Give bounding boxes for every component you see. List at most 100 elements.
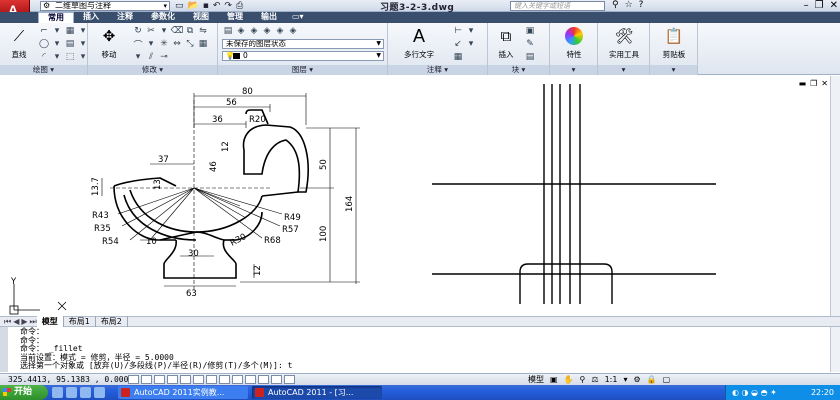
tab-output[interactable]: 输出 — [252, 12, 286, 23]
panel-modify-footer[interactable]: 修改 ▾ — [88, 65, 217, 75]
command-window[interactable]: 命令： 命令： 命令： _fillet 当前设置：模式 = 修剪，半径 = 5.… — [0, 327, 830, 372]
dropdown-icon[interactable]: ▾ — [51, 25, 63, 37]
layout-icon[interactable]: ▣ — [550, 375, 558, 384]
vertical-scrollbar[interactable] — [830, 76, 840, 316]
tab-home[interactable]: 常用 — [38, 12, 74, 23]
properties-button[interactable]: 特性 — [554, 25, 594, 60]
binoculars-icon[interactable]: ⚲ — [612, 0, 619, 10]
start-button[interactable]: 开始 — [0, 385, 48, 400]
erase-icon[interactable]: ⌫ — [171, 25, 184, 37]
layer-icon[interactable]: ◈ — [274, 25, 286, 37]
linear-dimension-icon[interactable]: ⊢ — [452, 25, 464, 37]
dropdown-icon[interactable]: ▾ — [465, 38, 477, 50]
media-icon[interactable] — [80, 387, 91, 398]
star-icon[interactable]: ☆ — [625, 0, 633, 10]
search-input[interactable]: 键入关键字或短语 — [510, 1, 605, 11]
command-scrollbar[interactable] — [830, 327, 840, 372]
layer-icon[interactable]: ◈ — [287, 25, 299, 37]
attribute-icon[interactable]: ▤ — [524, 51, 536, 63]
restore-icon[interactable]: ❐ — [810, 79, 817, 88]
undo-icon[interactable]: ↶ — [213, 1, 221, 11]
hatch-icon[interactable]: ▦ — [64, 25, 76, 37]
prev-icon[interactable]: ◀ — [13, 317, 19, 327]
redo-icon[interactable]: ↷ — [224, 1, 232, 11]
qp-icon[interactable] — [271, 375, 282, 384]
grid-icon[interactable] — [141, 375, 152, 384]
task-pdf[interactable]: AutoCAD 2011实例教... — [118, 386, 248, 399]
panel-draw-footer[interactable]: 绘图 ▾ — [0, 65, 87, 75]
clipboard-button[interactable]: 📋 剪贴板 — [654, 25, 694, 60]
dropdown-icon[interactable]: ▾ — [145, 38, 157, 50]
drawing-canvas[interactable]: 80 56 36 R20 12 37 13.7 13 46 50 164 R43… — [0, 76, 830, 316]
tab-insert[interactable]: 插入 — [74, 12, 108, 23]
arc-icon[interactable]: ◜ — [38, 51, 50, 63]
snap-icon[interactable] — [128, 375, 139, 384]
stretch-icon[interactable]: ⇔ — [171, 38, 183, 50]
workspace-select[interactable]: ⚙ 二维草图与注释 ▾ — [40, 1, 170, 11]
tab-annotate[interactable]: 注释 — [108, 12, 142, 23]
dropdown-icon[interactable]: ▾ — [51, 51, 63, 63]
utilities-button[interactable]: 🛠 实用工具 — [602, 25, 646, 60]
dropdown-icon[interactable]: ▾ — [465, 25, 477, 37]
help-icon[interactable]: ? — [639, 0, 644, 10]
dropdown-icon[interactable]: ▾ — [158, 25, 170, 37]
plot-icon[interactable]: ⎙ — [236, 1, 243, 11]
lock-icon[interactable]: 🔒 — [647, 375, 657, 384]
line-button[interactable]: ⟋ 直线 — [4, 25, 34, 60]
layer-select[interactable]: 💡 0 ▼ — [222, 51, 384, 61]
pan-icon[interactable]: ✋ — [564, 375, 574, 384]
panel-utilities-footer[interactable]: ▾ — [598, 65, 649, 75]
dropdown-icon[interactable]: ▾ — [132, 51, 144, 63]
tabs-dropdown-icon[interactable]: ▭▾ — [286, 12, 310, 23]
tab-layout2[interactable]: 布局2 — [96, 316, 128, 327]
array-icon[interactable]: ▦ — [197, 38, 209, 50]
fillet-icon[interactable]: ⌒ — [132, 38, 144, 51]
next-icon[interactable]: ▶ — [21, 317, 27, 327]
desktop-icon[interactable] — [66, 387, 77, 398]
rotate-icon[interactable]: ↻ — [132, 25, 144, 37]
scale-icon[interactable]: ⤡ — [184, 38, 196, 50]
ducs-icon[interactable] — [219, 375, 230, 384]
tab-model[interactable]: 模型 — [36, 316, 64, 327]
polyline-icon[interactable]: ⌐ — [38, 25, 50, 37]
offset-icon[interactable]: ⫽ — [145, 51, 157, 63]
osnap-icon[interactable] — [180, 375, 191, 384]
tab-parametric[interactable]: 参数化 — [142, 12, 184, 23]
fullscreen-icon[interactable]: ▢ — [663, 375, 671, 384]
edit-block-icon[interactable]: ✎ — [524, 38, 536, 50]
sc-icon[interactable] — [284, 375, 295, 384]
panel-layers-footer[interactable]: 图层 ▾ — [218, 65, 387, 75]
insert-button[interactable]: ⧉ 插入 — [492, 25, 520, 60]
explode-icon[interactable]: ✳ — [158, 38, 170, 50]
close-icon[interactable]: ✕ — [821, 79, 828, 88]
create-block-icon[interactable]: ▣ — [524, 25, 536, 37]
gradient-icon[interactable]: ▤ — [64, 38, 76, 50]
trim-icon[interactable]: ✂ — [145, 25, 157, 37]
close-icon[interactable]: ✕ — [830, 0, 838, 11]
tab-manage[interactable]: 管理 — [218, 12, 252, 23]
leader-icon[interactable]: ↙ — [452, 38, 464, 50]
panel-clipboard-footer[interactable]: ▾ — [650, 65, 697, 75]
minimize-icon[interactable]: – — [804, 0, 809, 11]
table-icon[interactable]: ▦ — [452, 51, 464, 63]
layer-icon[interactable]: ◈ — [248, 25, 260, 37]
zoom-icon[interactable]: ⚲ — [580, 375, 586, 384]
save-icon[interactable]: ▪ — [203, 1, 209, 11]
panel-properties-footer[interactable]: ▾ — [550, 65, 597, 75]
chevron-down-icon[interactable]: ▾ — [623, 375, 627, 384]
layer-icon[interactable]: ◈ — [235, 25, 247, 37]
otrack-icon[interactable] — [206, 375, 217, 384]
polar-icon[interactable] — [167, 375, 178, 384]
minimize-icon[interactable]: ▬ — [799, 79, 807, 88]
3dosnap-icon[interactable] — [193, 375, 204, 384]
task-autocad[interactable]: AutoCAD 2011 - [习... — [252, 386, 382, 399]
move-button[interactable]: ✥ 移动 — [92, 25, 126, 60]
open-icon[interactable]: 📂 — [188, 1, 199, 11]
layer-state-select[interactable]: 未保存的图层状态 ▼ — [222, 39, 384, 49]
ie-icon[interactable] — [52, 387, 63, 398]
restore-icon[interactable]: ❐ — [815, 0, 824, 11]
dyn-icon[interactable] — [232, 375, 243, 384]
extend-icon[interactable]: ⊸ — [158, 51, 170, 63]
panel-block-footer[interactable]: 块 ▾ — [488, 65, 549, 75]
tab-view[interactable]: 视图 — [184, 12, 218, 23]
